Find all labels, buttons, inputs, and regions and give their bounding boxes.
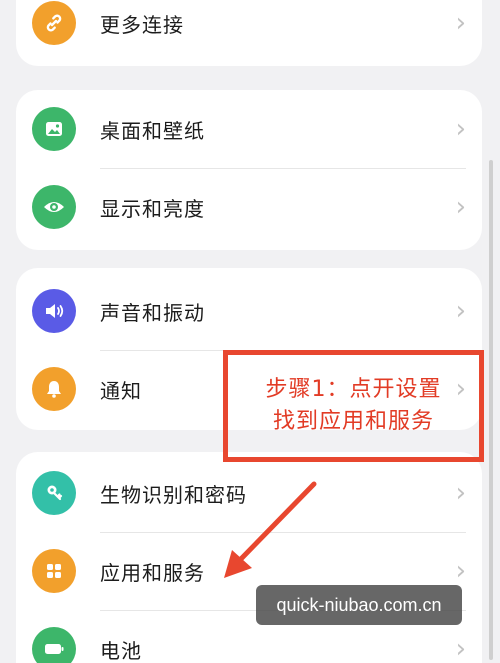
annotation-line-2: 找到应用和服务 [272,409,434,434]
settings-group-display: 桌面和壁纸 › 显示和亮度 › [16,90,482,250]
watermark: quick-niubao.com.cn [256,585,462,625]
settings-item-label: 桌面和壁纸 [100,118,205,143]
eye-icon [32,185,76,229]
settings-item-more-connections[interactable]: 更多连接 › [16,0,482,62]
chevron-right-icon: › [455,634,466,663]
settings-item-label: 生物识别和密码 [100,482,247,507]
wallpaper-icon [32,107,76,151]
bell-icon [32,367,76,411]
scrollbar[interactable] [489,160,493,660]
speaker-icon [32,289,76,333]
settings-item-label: 显示和亮度 [100,196,205,221]
link-icon [32,1,76,45]
settings-item-label: 应用和服务 [100,560,205,585]
annotation-line-1: 步骤1：点开设置 [265,377,442,402]
settings-item-label: 更多连接 [100,12,184,37]
settings-item-home-wallpaper[interactable]: 桌面和壁纸 › [16,90,482,168]
chevron-right-icon: › [455,296,466,326]
battery-icon [32,627,76,663]
settings-group-connectivity: 更多连接 › [16,0,482,66]
chevron-right-icon: › [455,556,466,586]
settings-item-label: 电池 [100,638,142,663]
settings-group-security-apps: 生物识别和密码 › 应用和服务 › 电池 › [16,452,482,663]
chevron-right-icon: › [455,8,466,38]
chevron-right-icon: › [455,114,466,144]
chevron-right-icon: › [455,192,466,222]
settings-item-label: 声音和振动 [100,300,205,325]
settings-item-display-brightness[interactable]: 显示和亮度 › [16,168,482,246]
apps-icon [32,549,76,593]
chevron-right-icon: › [455,478,466,508]
annotation-box: 步骤1：点开设置 找到应用和服务 [223,350,484,462]
settings-item-biometrics-password[interactable]: 生物识别和密码 › [16,454,482,532]
key-icon [32,471,76,515]
settings-item-sound-vibration[interactable]: 声音和振动 › [16,272,482,350]
settings-item-label: 通知 [100,378,142,403]
